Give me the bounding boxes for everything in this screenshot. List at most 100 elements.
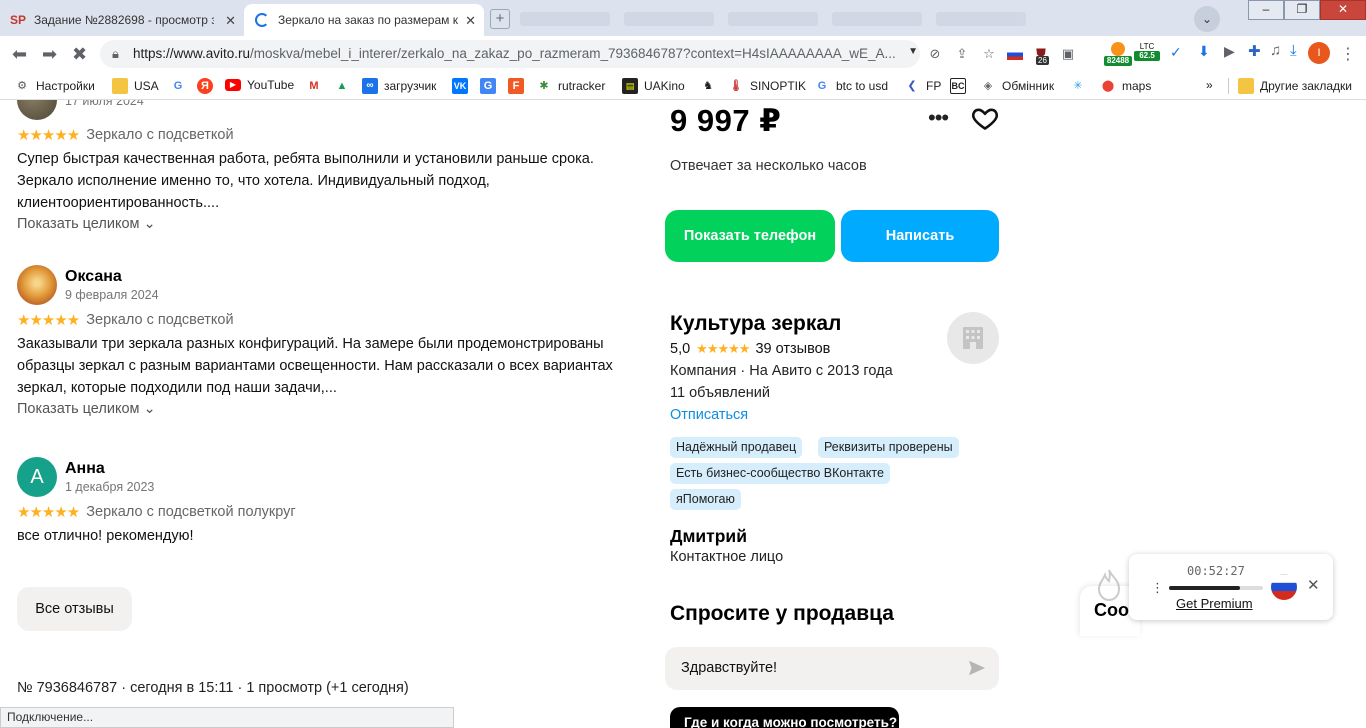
bookmark-f[interactable]: F: [508, 78, 530, 94]
bookmark-snowflake[interactable]: ✳: [1070, 78, 1092, 94]
more-options-icon[interactable]: •••: [928, 105, 949, 131]
ltc-ticker[interactable]: LTC 62.5: [1134, 42, 1160, 61]
terminal-ext-icon[interactable]: ▶: [1224, 43, 1235, 60]
russia-flag-icon[interactable]: [1271, 574, 1297, 600]
youtube-icon: ▶: [225, 79, 241, 91]
favorite-heart-icon[interactable]: [971, 104, 999, 132]
review-header: Оксана 9 февраля 2024: [17, 265, 617, 305]
menu-icon[interactable]: ⋮: [1340, 44, 1356, 64]
stop-icon[interactable]: ✖: [72, 44, 87, 65]
show-full-review-link[interactable]: Показать целиком ⌄: [17, 401, 156, 417]
badge-vk-community[interactable]: Есть бизнес-сообщество ВКонтакте: [670, 463, 890, 484]
write-message-button[interactable]: Написать: [841, 210, 999, 262]
background-tabs: [520, 8, 1080, 30]
badge-details-verified[interactable]: Реквизиты проверены: [818, 437, 959, 458]
badge-yapomogayu[interactable]: яПомогаю: [670, 489, 741, 510]
extension-icons: ⊘ ⇪ ☆ ⛊ 26 ▣: [926, 42, 1077, 66]
bookmark-youtube[interactable]: ▶ YouTube: [225, 78, 294, 92]
bookmark-settings[interactable]: ⚙ Настройки: [14, 78, 95, 94]
downloads-icon[interactable]: ⤓: [1290, 42, 1297, 59]
tab-task[interactable]: SP Задание №2882698 - просмотр за ✕: [0, 4, 244, 36]
loading-spinner-icon: [254, 12, 270, 28]
all-reviews-button[interactable]: Все отзывы: [17, 587, 132, 631]
bookmark-knight[interactable]: ♞: [700, 78, 722, 94]
show-full-review-link[interactable]: Показать целиком ⌄: [17, 216, 156, 232]
company-building-icon[interactable]: [947, 312, 999, 364]
tab-strip: SP Задание №2882698 - просмотр за ✕ Зерк…: [0, 0, 1366, 36]
media-icon[interactable]: ♫: [1270, 42, 1281, 59]
download-ext-icon[interactable]: ⬇: [1198, 43, 1210, 60]
flame-icon: [1097, 569, 1121, 602]
bookmark-rutracker[interactable]: ✱ rutracker: [536, 78, 605, 94]
address-bar[interactable]: 🔒︎ https://www.avito.ru/moskva/mebel_i_i…: [100, 40, 920, 68]
btc-ticker[interactable]: 82488: [1104, 42, 1132, 66]
bookmark-translate[interactable]: G: [480, 78, 502, 94]
close-icon[interactable]: ✕: [1307, 576, 1320, 594]
maximize-button[interactable]: ❐: [1284, 0, 1320, 20]
tab-close-icon[interactable]: ✕: [225, 13, 236, 29]
russia-flag-icon[interactable]: [1007, 48, 1023, 60]
unsubscribe-link[interactable]: Отписаться: [670, 407, 748, 423]
response-time: Отвечает за несколько часов: [670, 158, 867, 174]
url-text[interactable]: https://www.avito.ru/moskva/mebel_i_inte…: [133, 46, 903, 61]
profile-avatar[interactable]: I: [1308, 42, 1330, 64]
review-text: Заказывали три зеркала разных конфигурац…: [17, 336, 613, 396]
minimize-button[interactable]: –: [1248, 0, 1284, 20]
briefcase-icon[interactable]: ▣: [1059, 45, 1077, 63]
send-icon[interactable]: [968, 659, 986, 677]
block-icon[interactable]: ⊘: [926, 45, 944, 63]
review-product: Зеркало с подсветкой полукруг: [86, 504, 296, 520]
review-date: 1 декабря 2023: [65, 480, 155, 494]
vpn-timer: 00:52:27: [1187, 564, 1245, 578]
vpn-ext-icon[interactable]: ✓: [1170, 44, 1182, 61]
bookmarks-overflow[interactable]: »: [1206, 78, 1213, 92]
get-premium-link[interactable]: Get Premium: [1176, 596, 1253, 611]
seller-name[interactable]: Культура зеркал: [670, 312, 841, 336]
puzzle-ext-icon[interactable]: ✚: [1248, 42, 1261, 60]
seller-ads-count[interactable]: 11 объявлений: [670, 385, 770, 401]
url-dropdown-icon[interactable]: ▼: [908, 46, 918, 57]
new-tab-button[interactable]: +: [490, 9, 510, 29]
vpn-menu-icon[interactable]: ⋮: [1151, 580, 1164, 596]
ask-seller-input[interactable]: Здравствуйте!: [665, 647, 999, 690]
forward-icon[interactable]: ➡: [42, 44, 57, 65]
bookmark-drive[interactable]: ▲: [334, 78, 356, 94]
bookmark-star-icon[interactable]: ☆: [980, 45, 998, 63]
bookmark-other[interactable]: Другие закладки: [1238, 78, 1352, 94]
badge-reliable-seller[interactable]: Надёжный продавец: [670, 437, 803, 458]
seller-reviews-count[interactable]: 39 отзывов: [755, 341, 830, 357]
seller-rating[interactable]: 5,0 ★★★★★ 39 отзывов: [670, 341, 830, 357]
bookmark-maps[interactable]: ⬤ maps: [1100, 78, 1152, 94]
bookmark-uakino[interactable]: ▤ UAKino: [622, 78, 685, 94]
bookmark-loader[interactable]: ∞ загрузчик: [362, 78, 436, 94]
window-close-button[interactable]: ✕: [1320, 0, 1366, 20]
back-icon[interactable]: ⬅: [12, 44, 27, 65]
translate-icon: G: [480, 78, 496, 94]
bookmark-btc-to-usd[interactable]: Gbtc to usd: [814, 78, 888, 94]
bookmark-fp[interactable]: ❮ FP: [904, 78, 941, 94]
tab-close-icon[interactable]: ✕: [465, 13, 476, 29]
lock-icon[interactable]: 🔒︎: [112, 46, 119, 62]
tab-search-button[interactable]: ⌄: [1194, 6, 1220, 32]
quick-question-chip[interactable]: Где и когда можно посмотреть?: [670, 707, 899, 728]
fp-icon: ❮: [907, 80, 917, 92]
share-icon[interactable]: ⇪: [953, 45, 971, 63]
bookmark-google[interactable]: G: [170, 78, 192, 94]
tab-title: Задание №2882698 - просмотр за: [34, 13, 214, 27]
vpn-widget: 00:52:27 ⋮ Get Premium ✕: [1129, 554, 1333, 620]
bookmark-vk[interactable]: VK: [452, 78, 474, 94]
bookmark-exchange[interactable]: ◈ Обмінник: [980, 78, 1054, 94]
ublock-icon[interactable]: ⛊ 26: [1032, 45, 1050, 65]
bookmark-usa[interactable]: USA: [112, 78, 159, 94]
tab-avito[interactable]: Зеркало на заказ по размерам ку ✕: [244, 4, 484, 36]
show-phone-button[interactable]: Показать телефон: [665, 210, 835, 262]
seller-rating-value: 5,0: [670, 341, 691, 357]
toolbar: ⬅ ➡ ✖ 🔒︎ https://www.avito.ru/moskva/meb…: [0, 36, 1366, 72]
review-text: все отлично! рекомендую!: [17, 528, 194, 544]
bookmark-sinoptik[interactable]: 🌡︎ SINOPTIK: [728, 78, 806, 94]
bookmark-bc[interactable]: BC: [950, 78, 972, 94]
bookmark-yandex[interactable]: Я: [197, 78, 219, 94]
review-rating: ★★★★★ Зеркало с подсветкой: [17, 124, 617, 146]
bookmark-gmail[interactable]: M: [306, 78, 328, 94]
knight-icon: ♞: [703, 80, 713, 92]
